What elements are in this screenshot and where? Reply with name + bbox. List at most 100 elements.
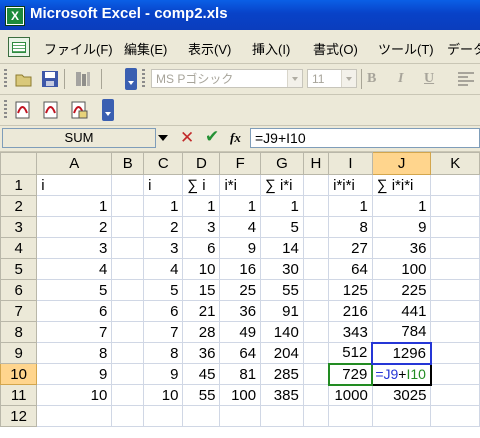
row-header-10[interactable]: 10 (0, 363, 38, 385)
cell-h5[interactable] (302, 258, 330, 280)
cell-g9[interactable]: 204 (260, 342, 304, 364)
cell-j1[interactable]: ∑ i*i*i (371, 174, 432, 196)
row-header-8[interactable]: 8 (0, 321, 38, 343)
cell-a10[interactable]: 9 (36, 363, 113, 385)
cell-h1[interactable] (302, 174, 330, 196)
menu-format[interactable]: 書式(O) (313, 39, 358, 58)
cell-j7[interactable]: 441 (371, 300, 432, 322)
cell-b2[interactable] (111, 195, 145, 217)
menu-file[interactable]: ファイル(F) (44, 39, 113, 58)
toolbar-grip[interactable] (142, 69, 145, 89)
cell-g7[interactable]: 91 (260, 300, 304, 322)
cell-j5[interactable]: 100 (371, 258, 432, 280)
cell-i12[interactable] (328, 405, 373, 427)
cell-j4[interactable]: 36 (371, 237, 432, 259)
cell-k4[interactable] (430, 237, 480, 259)
cell-a3[interactable]: 2 (36, 216, 113, 238)
font-size-select[interactable]: 11 (307, 69, 357, 88)
cell-d1[interactable]: ∑ i (182, 174, 221, 196)
cell-h12[interactable] (302, 405, 330, 427)
cell-h11[interactable] (302, 384, 330, 406)
cell-f9[interactable]: 64 (219, 342, 262, 364)
cell-k5[interactable] (430, 258, 480, 280)
cell-b10[interactable] (111, 363, 145, 385)
cell-f3[interactable]: 4 (219, 216, 262, 238)
cell-c3[interactable]: 2 (143, 216, 184, 238)
cell-i5[interactable]: 64 (328, 258, 373, 280)
cell-a6[interactable]: 5 (36, 279, 113, 301)
cell-j2[interactable]: 1 (371, 195, 432, 217)
cell-g5[interactable]: 30 (260, 258, 304, 280)
name-box[interactable]: SUM (2, 128, 156, 148)
row-header-11[interactable]: 11 (0, 384, 38, 406)
save-icon[interactable] (41, 70, 59, 88)
cell-c4[interactable]: 3 (143, 237, 184, 259)
open-folder-icon[interactable] (15, 70, 33, 88)
cell-a5[interactable]: 4 (36, 258, 113, 280)
row-header-1[interactable]: 1 (0, 174, 38, 196)
menu-data[interactable]: データ (447, 39, 480, 58)
cell-g3[interactable]: 5 (260, 216, 304, 238)
cell-d10[interactable]: 45 (182, 363, 221, 385)
column-header-f[interactable]: F (219, 152, 262, 175)
cell-d4[interactable]: 6 (182, 237, 221, 259)
cell-k11[interactable] (430, 384, 480, 406)
cell-f10[interactable]: 81 (219, 363, 262, 385)
cell-a4[interactable]: 3 (36, 237, 113, 259)
pdf-convert-icon[interactable] (14, 101, 32, 119)
cell-h10[interactable] (302, 363, 330, 385)
menu-edit[interactable]: 編集(E) (124, 39, 167, 58)
row-header-12[interactable]: 12 (0, 405, 38, 427)
cancel-icon[interactable]: ✕ (180, 128, 194, 148)
cell-g6[interactable]: 55 (260, 279, 304, 301)
cell-g11[interactable]: 385 (260, 384, 304, 406)
column-header-d[interactable]: D (182, 152, 221, 175)
column-header-a[interactable]: A (36, 152, 113, 175)
column-header-i[interactable]: I (328, 152, 373, 175)
menu-view[interactable]: 表示(V) (188, 39, 231, 58)
cell-c9[interactable]: 8 (143, 342, 184, 364)
cell-f11[interactable]: 100 (219, 384, 262, 406)
underline-button[interactable]: U (424, 71, 434, 87)
cell-b7[interactable] (111, 300, 145, 322)
cell-h6[interactable] (302, 279, 330, 301)
cell-d2[interactable]: 1 (182, 195, 221, 217)
cell-j8[interactable]: 784 (371, 321, 432, 343)
cell-c6[interactable]: 5 (143, 279, 184, 301)
cell-b5[interactable] (111, 258, 145, 280)
cell-j3[interactable]: 9 (371, 216, 432, 238)
cell-f8[interactable]: 49 (219, 321, 262, 343)
toolbar-grip[interactable] (4, 69, 7, 89)
cell-i2[interactable]: 1 (328, 195, 373, 217)
menu-tools[interactable]: ツール(T) (378, 39, 434, 58)
cell-g4[interactable]: 14 (260, 237, 304, 259)
cell-k7[interactable] (430, 300, 480, 322)
cell-f2[interactable]: 1 (219, 195, 262, 217)
cell-j12[interactable] (371, 405, 432, 427)
row-header-2[interactable]: 2 (0, 195, 38, 217)
column-header-h[interactable]: H (302, 152, 330, 175)
column-header-k[interactable]: K (430, 152, 480, 175)
toolbar-grip[interactable] (4, 100, 7, 120)
enter-check-icon[interactable]: ✔ (205, 127, 219, 147)
cell-b3[interactable] (111, 216, 145, 238)
cell-d12[interactable] (182, 405, 221, 427)
cell-b8[interactable] (111, 321, 145, 343)
cell-k12[interactable] (430, 405, 480, 427)
cell-a9[interactable]: 8 (36, 342, 113, 364)
cell-a12[interactable] (36, 405, 113, 427)
row-header-9[interactable]: 9 (0, 342, 38, 364)
cell-h2[interactable] (302, 195, 330, 217)
cell-d7[interactable]: 21 (182, 300, 221, 322)
cell-b6[interactable] (111, 279, 145, 301)
cell-f12[interactable] (219, 405, 262, 427)
cell-k6[interactable] (430, 279, 480, 301)
select-all-corner[interactable] (0, 152, 38, 175)
cell-c8[interactable]: 7 (143, 321, 184, 343)
research-icon[interactable] (74, 70, 92, 88)
cell-d3[interactable]: 3 (182, 216, 221, 238)
column-header-g[interactable]: G (260, 152, 304, 175)
cell-f5[interactable]: 16 (219, 258, 262, 280)
cell-i10-reference[interactable]: 729 (327, 362, 374, 386)
cell-g1[interactable]: ∑ i*i (260, 174, 304, 196)
